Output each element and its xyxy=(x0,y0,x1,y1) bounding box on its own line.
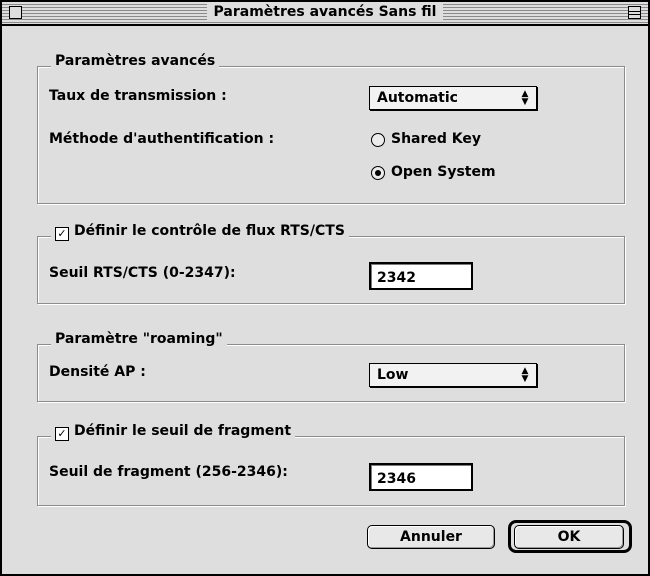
rts-cts-legend-text: Définir le contrôle de flux RTS/CTS xyxy=(74,223,345,239)
fragment-checkbox[interactable]: ✓ xyxy=(55,427,69,441)
fragment-threshold-input[interactable]: 2346 xyxy=(369,463,473,491)
roaming-legend: Paramètre "roaming" xyxy=(51,330,227,348)
rts-threshold-label: Seuil RTS/CTS (0-2347): xyxy=(49,265,236,281)
auth-method-label: Méthode d'authentification : xyxy=(49,131,275,147)
rts-threshold-input[interactable]: 2342 xyxy=(369,262,473,290)
fragment-legend[interactable]: ✓ Définir le seuil de fragment xyxy=(51,422,296,441)
dialog-window: Paramètres avancés Sans fil Paramètres a… xyxy=(0,0,650,576)
checkmark-icon: ✓ xyxy=(57,427,67,440)
rts-cts-legend[interactable]: ✓ Définir le contrôle de flux RTS/CTS xyxy=(51,222,349,241)
open-system-label[interactable]: Open System xyxy=(391,163,496,181)
transmission-rate-value: Automatic xyxy=(377,90,458,106)
radio-shared-key[interactable] xyxy=(371,133,385,147)
shared-key-label[interactable]: Shared Key xyxy=(391,130,481,148)
advanced-settings-legend: Paramètres avancés xyxy=(51,52,220,70)
radio-open-system[interactable] xyxy=(371,166,385,180)
transmission-rate-label: Taux de transmission : xyxy=(49,88,227,104)
up-down-arrows-icon: ▲ ▼ xyxy=(521,89,529,107)
ap-density-label: Densité AP : xyxy=(49,364,146,380)
title-bar[interactable]: Paramètres avancés Sans fil xyxy=(2,2,648,26)
fragment-threshold-label: Seuil de fragment (256-2346): xyxy=(49,464,288,480)
ok-button[interactable]: OK xyxy=(514,525,624,549)
fragment-legend-text: Définir le seuil de fragment xyxy=(74,423,292,439)
transmission-rate-popup[interactable]: Automatic ▲ ▼ xyxy=(369,86,537,110)
window-title: Paramètres avancés Sans fil xyxy=(2,3,648,22)
checkmark-icon: ✓ xyxy=(57,227,67,240)
rts-cts-checkbox[interactable]: ✓ xyxy=(55,227,69,241)
cancel-button[interactable]: Annuler xyxy=(367,525,495,549)
up-down-arrows-icon: ▲ ▼ xyxy=(521,366,529,384)
ap-density-popup[interactable]: Low ▲ ▼ xyxy=(369,363,537,387)
ap-density-value: Low xyxy=(377,367,409,383)
zoom-box-icon[interactable] xyxy=(628,6,641,19)
